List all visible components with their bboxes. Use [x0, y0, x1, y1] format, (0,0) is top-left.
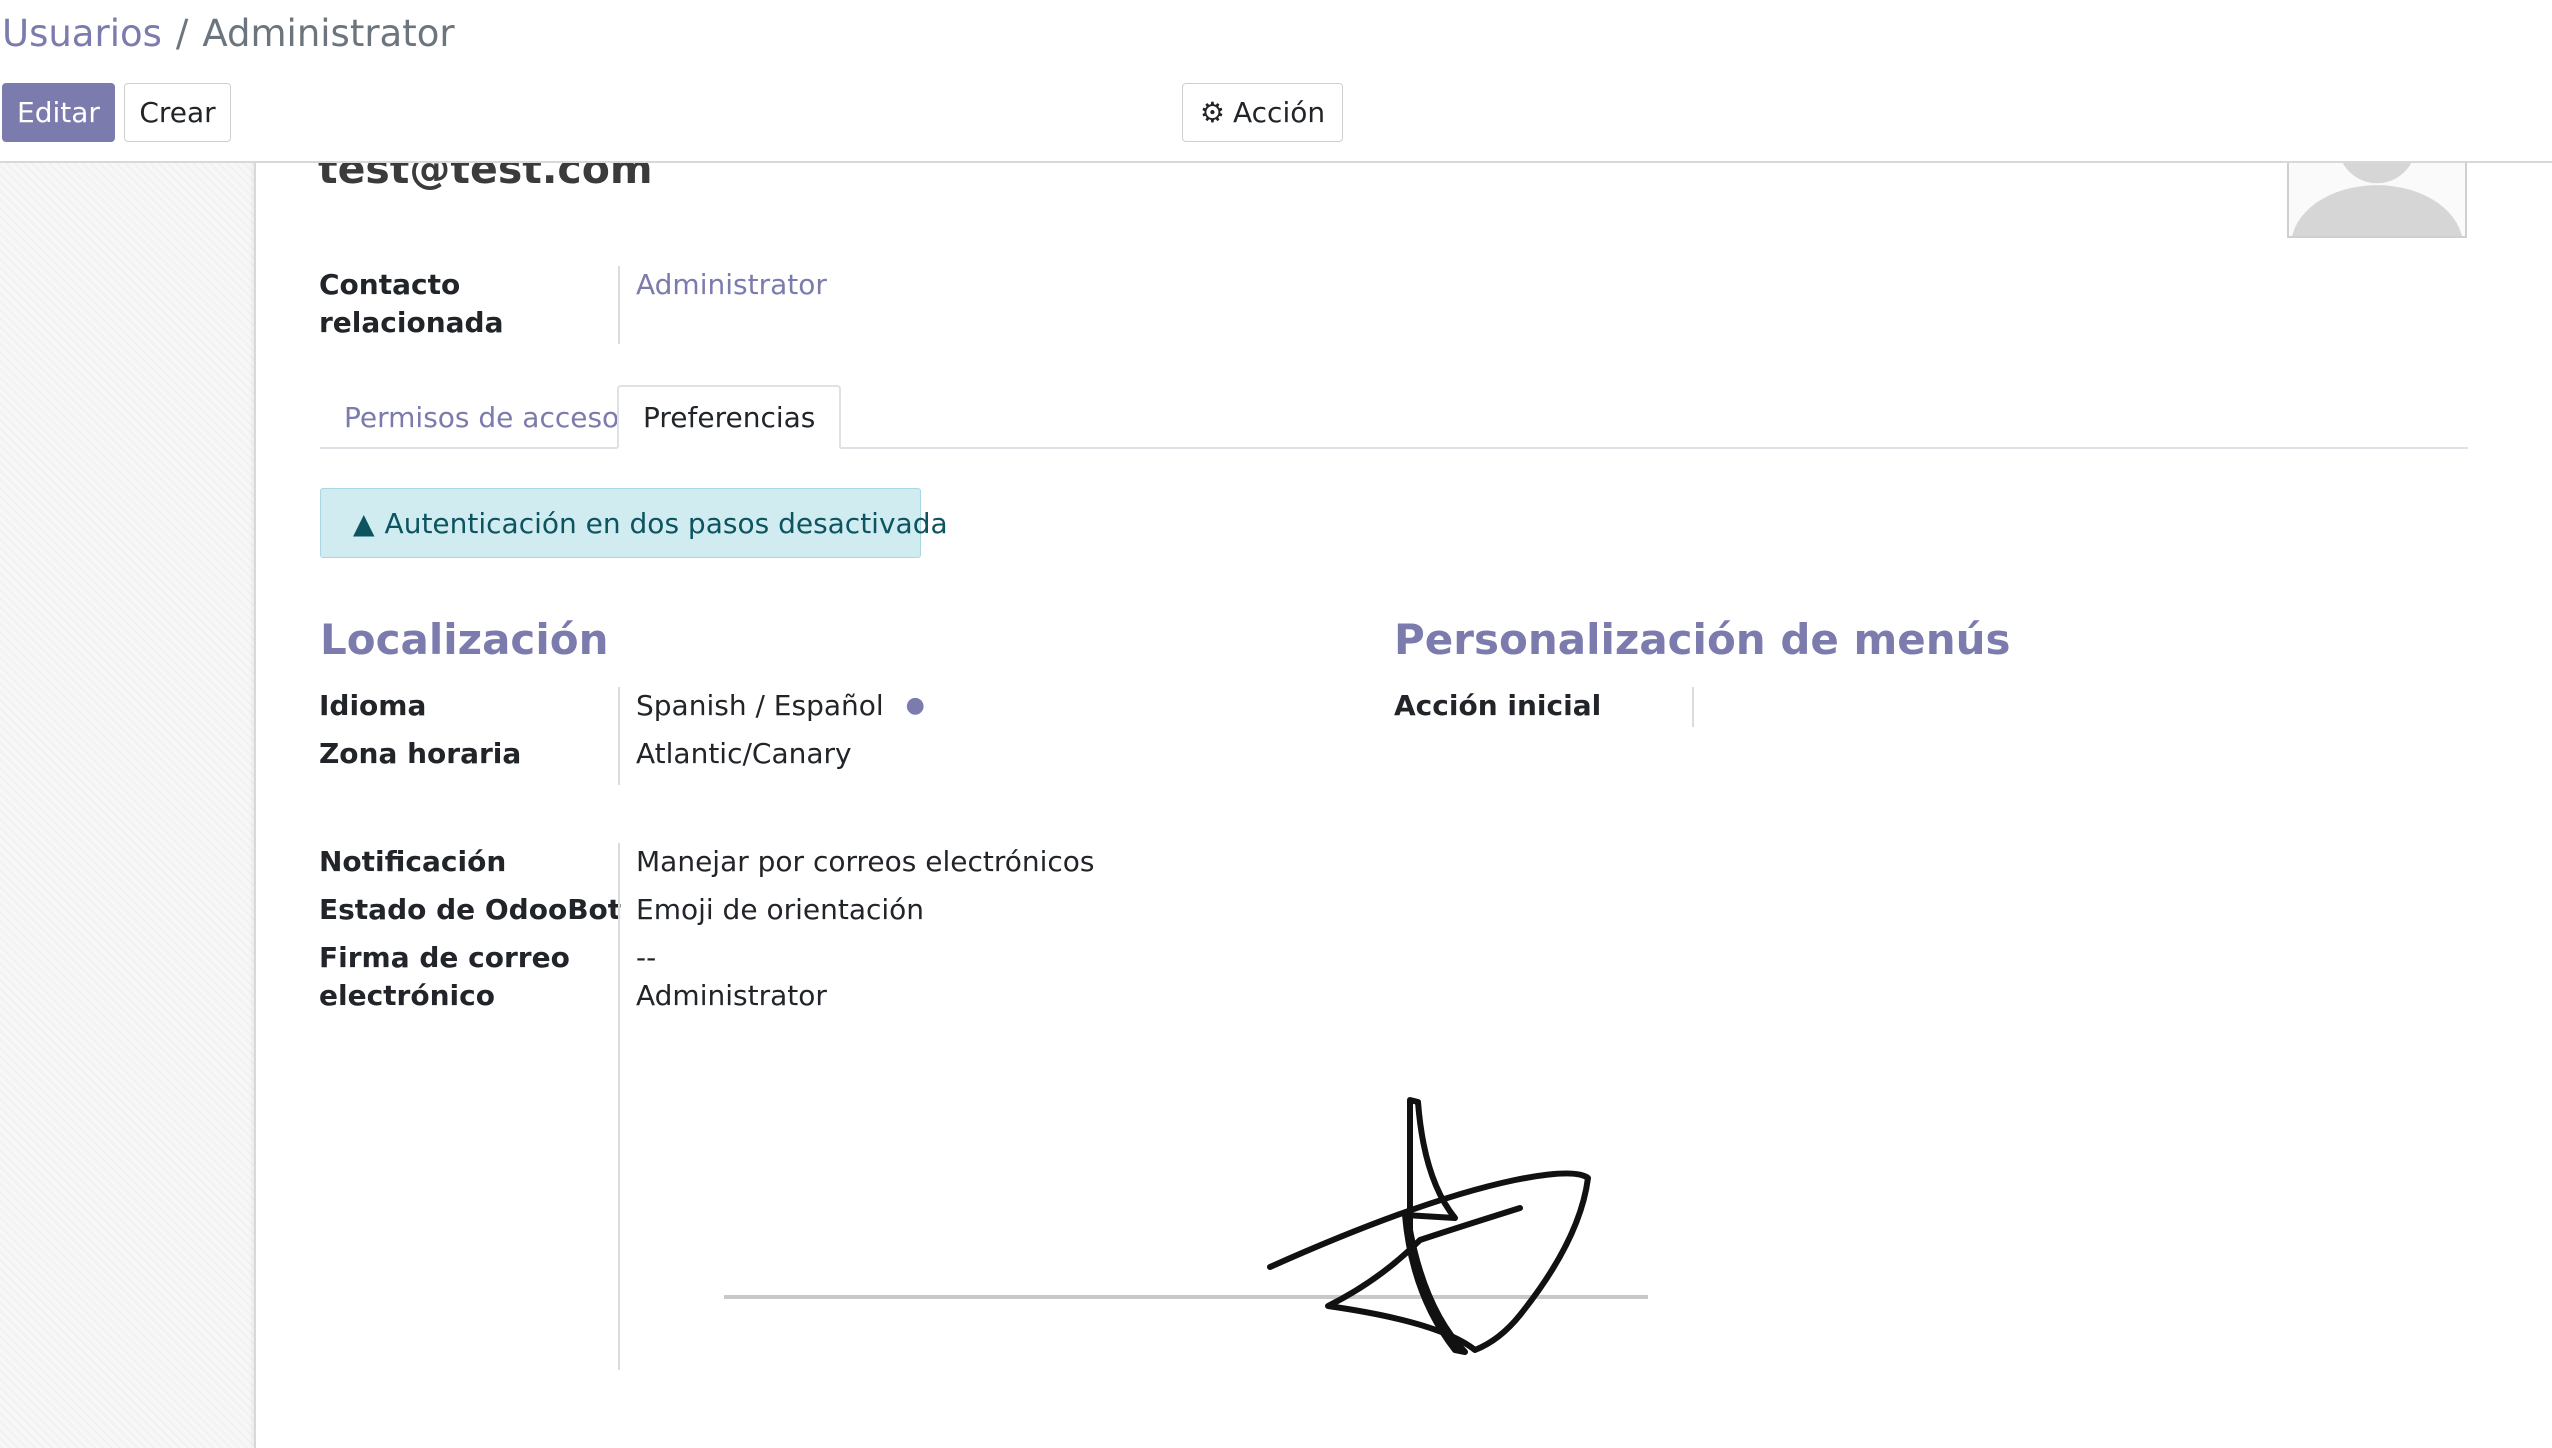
action-dropdown-button[interactable]: ⚙ Acción — [1182, 83, 1343, 142]
globe-icon[interactable]: ● — [906, 687, 925, 725]
notification-label: Notificación — [319, 845, 507, 878]
two-factor-alert: ▲ Autenticación en dos pasos desactivada — [320, 488, 948, 558]
field-divider — [1692, 687, 1694, 727]
notification-value: Manejar por correos electrónicos — [636, 845, 1095, 878]
home-action-label: Acción inicial — [1394, 689, 1602, 722]
language-value-text: Spanish / Español — [636, 689, 884, 722]
field-divider — [618, 843, 620, 1370]
breadcrumb-current: Administrator — [202, 12, 455, 55]
breadcrumb: Usuarios / Administrator — [2, 12, 455, 55]
timezone-label: Zona horaria — [319, 737, 522, 770]
email-signature-dashes: -- — [636, 941, 657, 974]
field-divider — [618, 687, 620, 785]
language-label: Idioma — [319, 689, 427, 722]
odoobot-status-label: Estado de OdooBot — [319, 893, 622, 926]
create-button-label: Crear — [139, 96, 216, 129]
create-button[interactable]: Crear — [124, 83, 231, 142]
related-contact-link[interactable]: Administrator — [636, 266, 827, 304]
edit-button-label: Editar — [17, 96, 100, 129]
breadcrumb-users-link[interactable]: Usuarios — [2, 12, 162, 55]
edit-button[interactable]: Editar — [2, 83, 115, 142]
timezone-value: Atlantic/Canary — [636, 737, 852, 770]
odoobot-status-value: Emoji de orientación — [636, 893, 925, 926]
localization-title: Localización — [320, 615, 609, 664]
tab-access-rights[interactable]: Permisos de acceso — [320, 385, 643, 449]
language-value: Spanish / Español ● — [636, 687, 925, 725]
control-panel: Usuarios / Administrator Editar Crear ⚙ Ac… — [0, 0, 2552, 163]
user-avatar[interactable] — [2287, 150, 2467, 238]
field-divider — [618, 266, 620, 344]
two-factor-alert-text: Autenticación en dos pasos desactivada — [384, 506, 948, 540]
breadcrumb-separator: / — [175, 12, 189, 55]
warning-icon: ▲ — [353, 506, 375, 540]
related-contact-label: Contacto relacionada — [319, 268, 504, 339]
email-signature-label: Firma de correo electrónico — [319, 941, 570, 1012]
gear-icon: ⚙ — [1199, 96, 1225, 129]
tab-preferences[interactable]: Preferencias — [617, 385, 842, 449]
action-button-label: Acción — [1233, 96, 1326, 129]
signature-image — [724, 1097, 1648, 1355]
email-signature-name: Administrator — [636, 979, 827, 1012]
menu-customization-title: Personalización de menús — [1394, 615, 2011, 664]
